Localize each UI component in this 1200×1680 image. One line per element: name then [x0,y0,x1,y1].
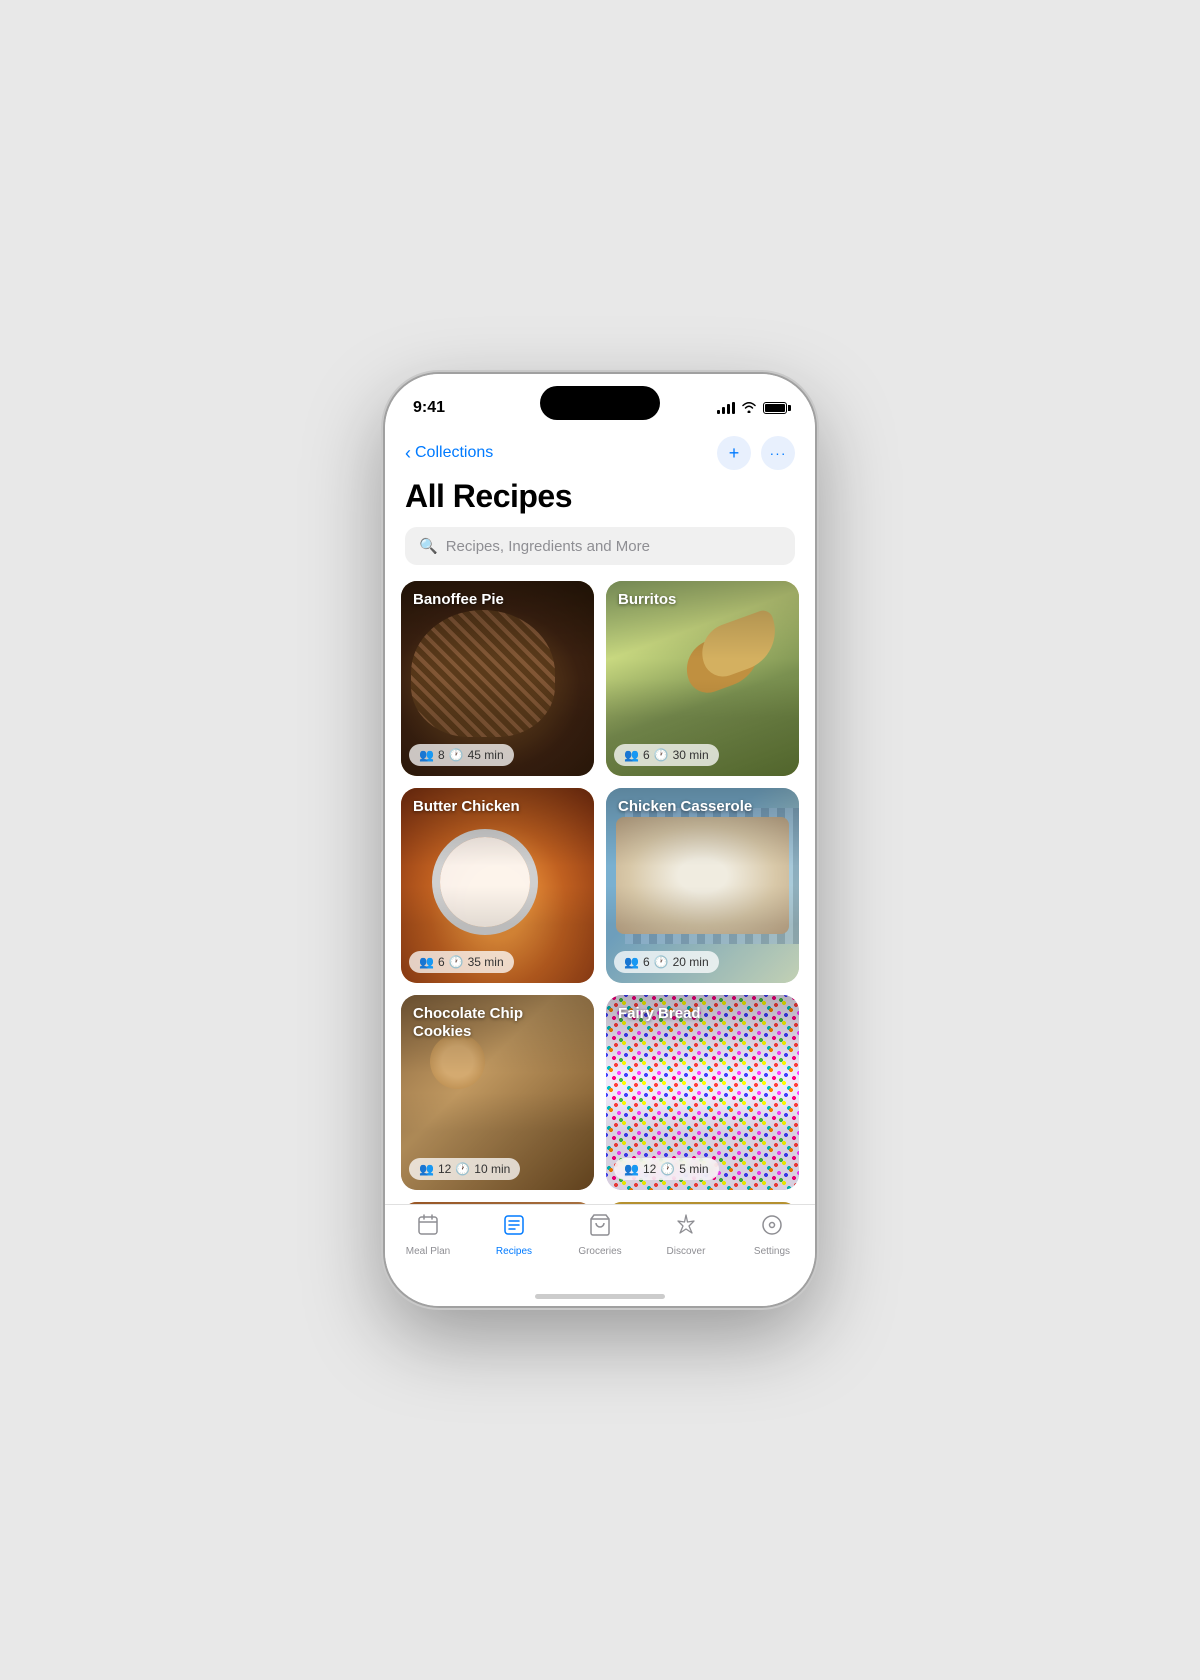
servings-icon: 👥 [419,955,434,969]
recipe-name: Chicken Casserole [618,798,787,816]
time-label: 5 min [679,1162,708,1176]
time-label: 35 min [468,955,504,969]
discover-icon [674,1213,698,1243]
tab-groceries-label: Groceries [578,1246,621,1257]
servings-icon: 👥 [419,1162,434,1176]
status-time: 9:41 [413,399,445,417]
content-area[interactable]: ‹ Collections + ··· All Recipes 🔍 [385,428,815,1204]
servings-icon: 👥 [624,748,639,762]
clock-icon: 🕐 [455,1162,470,1176]
recipe-card-banoffee-pie[interactable]: Banoffee Pie 👥 8 🕐 45 min [401,581,594,776]
servings-icon: 👥 [624,1162,639,1176]
page-title: All Recipes [405,478,795,515]
recipe-meta: 👥 6 🕐 30 min [614,744,719,766]
back-label: Collections [415,444,493,462]
recipes-icon [502,1213,526,1243]
search-bar[interactable]: 🔍 Recipes, Ingredients and More [405,527,795,565]
tab-settings[interactable]: Settings [729,1213,815,1257]
servings-icon: 👥 [419,748,434,762]
add-icon: + [729,443,740,464]
recipe-meta: 👥 12 🕐 10 min [409,1158,520,1180]
clock-icon: 🕐 [660,1162,675,1176]
tab-bar: Meal Plan Recipes [385,1204,815,1286]
recipe-name: Banoffee Pie [413,591,582,609]
more-button[interactable]: ··· [761,436,795,470]
wifi-icon [741,401,757,416]
status-icons [717,401,787,416]
recipe-card-chicken-casserole[interactable]: Chicken Casserole 👥 6 🕐 20 min [606,788,799,983]
dynamic-island [540,386,660,420]
settings-icon [760,1213,784,1243]
time-label: 10 min [474,1162,510,1176]
page-title-section: All Recipes [385,474,815,527]
clock-icon: 🕐 [654,748,669,762]
clock-icon: 🕐 [654,955,669,969]
recipe-grid: Banoffee Pie 👥 8 🕐 45 min Burritos [385,581,815,1204]
recipe-meta: 👥 12 🕐 5 min [614,1158,719,1180]
nav-actions: + ··· [717,436,795,470]
signal-icon [717,402,735,414]
tab-settings-label: Settings [754,1246,790,1257]
tab-discover-label: Discover [667,1246,706,1257]
clock-icon: 🕐 [449,955,464,969]
recipe-meta: 👥 6 🕐 20 min [614,951,719,973]
servings-count: 12 [643,1162,656,1176]
back-chevron-icon: ‹ [405,443,411,464]
servings-icon: 👥 [624,955,639,969]
battery-icon [763,402,787,414]
search-icon: 🔍 [419,537,438,555]
home-bar [535,1294,665,1299]
time-label: 20 min [673,955,709,969]
tab-meal-plan-label: Meal Plan [406,1246,450,1257]
servings-count: 6 [643,748,650,762]
recipe-name: Butter Chicken [413,798,582,816]
tab-meal-plan[interactable]: Meal Plan [385,1213,471,1257]
groceries-icon [588,1213,612,1243]
recipe-card-chocolate-chip-cookies[interactable]: Chocolate Chip Cookies 👥 12 🕐 10 min [401,995,594,1190]
tab-recipes[interactable]: Recipes [471,1213,557,1257]
phone-frame: 9:41 [385,374,815,1306]
clock-icon: 🕐 [449,748,464,762]
tab-recipes-label: Recipes [496,1246,532,1257]
home-indicator [385,1286,815,1306]
time-label: 45 min [468,748,504,762]
navigation-bar: ‹ Collections + ··· [385,428,815,474]
tab-discover[interactable]: Discover [643,1213,729,1257]
recipe-card-butter-chicken[interactable]: Butter Chicken 👥 6 🕐 35 min [401,788,594,983]
recipe-meta: 👥 6 🕐 35 min [409,951,514,973]
screen: 9:41 [385,374,815,1306]
recipe-name: Fairy Bread [618,1005,787,1023]
meal-plan-icon [416,1213,440,1243]
servings-count: 12 [438,1162,451,1176]
servings-count: 8 [438,748,445,762]
servings-count: 6 [438,955,445,969]
search-placeholder: Recipes, Ingredients and More [446,538,650,555]
more-icon: ··· [770,445,787,461]
status-bar: 9:41 [385,374,815,428]
recipe-meta: 👥 8 🕐 45 min [409,744,514,766]
recipe-name: Burritos [618,591,787,609]
servings-count: 6 [643,955,650,969]
recipe-name: Chocolate Chip Cookies [413,1005,582,1041]
recipe-card-fairy-bread[interactable]: Fairy Bread 👥 12 🕐 5 min [606,995,799,1190]
recipe-card-burritos[interactable]: Burritos 👥 6 🕐 30 min [606,581,799,776]
back-button[interactable]: ‹ Collections [405,443,493,464]
add-button[interactable]: + [717,436,751,470]
time-label: 30 min [673,748,709,762]
tab-groceries[interactable]: Groceries [557,1213,643,1257]
